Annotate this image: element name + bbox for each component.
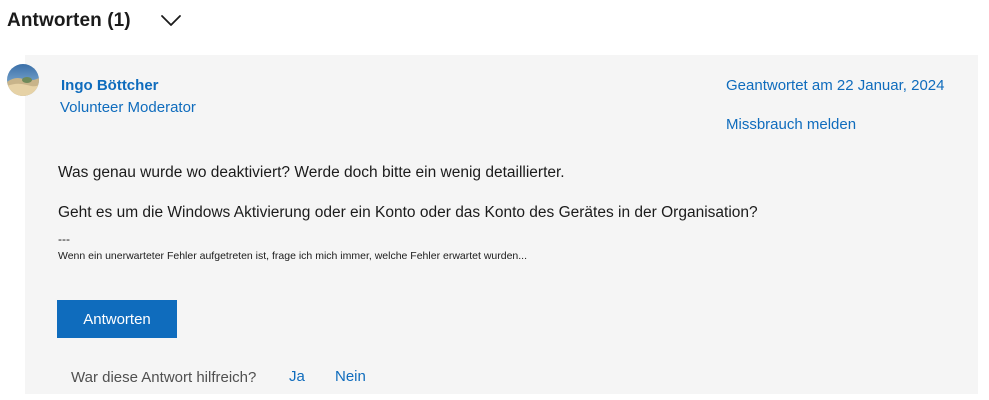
helpful-yes-button[interactable]: Ja <box>289 368 305 385</box>
chevron-down-icon[interactable] <box>159 9 183 33</box>
answered-date: Geantwortet am 22 Januar, 2024 <box>726 77 945 94</box>
answers-title: Antworten (1) <box>7 10 131 31</box>
signature-separator: --- <box>58 232 70 246</box>
page: Antworten (1) Ingo Böttcher Volunteer Mo… <box>0 0 989 400</box>
avatar[interactable] <box>7 64 39 96</box>
author-role: Volunteer Moderator <box>60 99 196 116</box>
helpful-question: War diese Antwort hilfreich? <box>71 369 257 386</box>
chevron-down-icon-shape <box>160 15 181 26</box>
avatar-image <box>7 64 39 96</box>
answers-header: Antworten (1) <box>7 6 183 36</box>
report-abuse-link[interactable]: Missbrauch melden <box>726 116 856 133</box>
helpful-no-button[interactable]: Nein <box>335 368 366 385</box>
reply-button[interactable]: Antworten <box>57 300 177 338</box>
signature-text: Wenn ein unerwarteter Fehler aufgetreten… <box>58 250 528 262</box>
answer-body-line-2: Geht es um die Windows Aktivierung oder … <box>58 204 758 221</box>
author-name-link[interactable]: Ingo Böttcher <box>61 77 159 94</box>
answer-body-line-1: Was genau wurde wo deaktiviert? Werde do… <box>58 164 565 181</box>
